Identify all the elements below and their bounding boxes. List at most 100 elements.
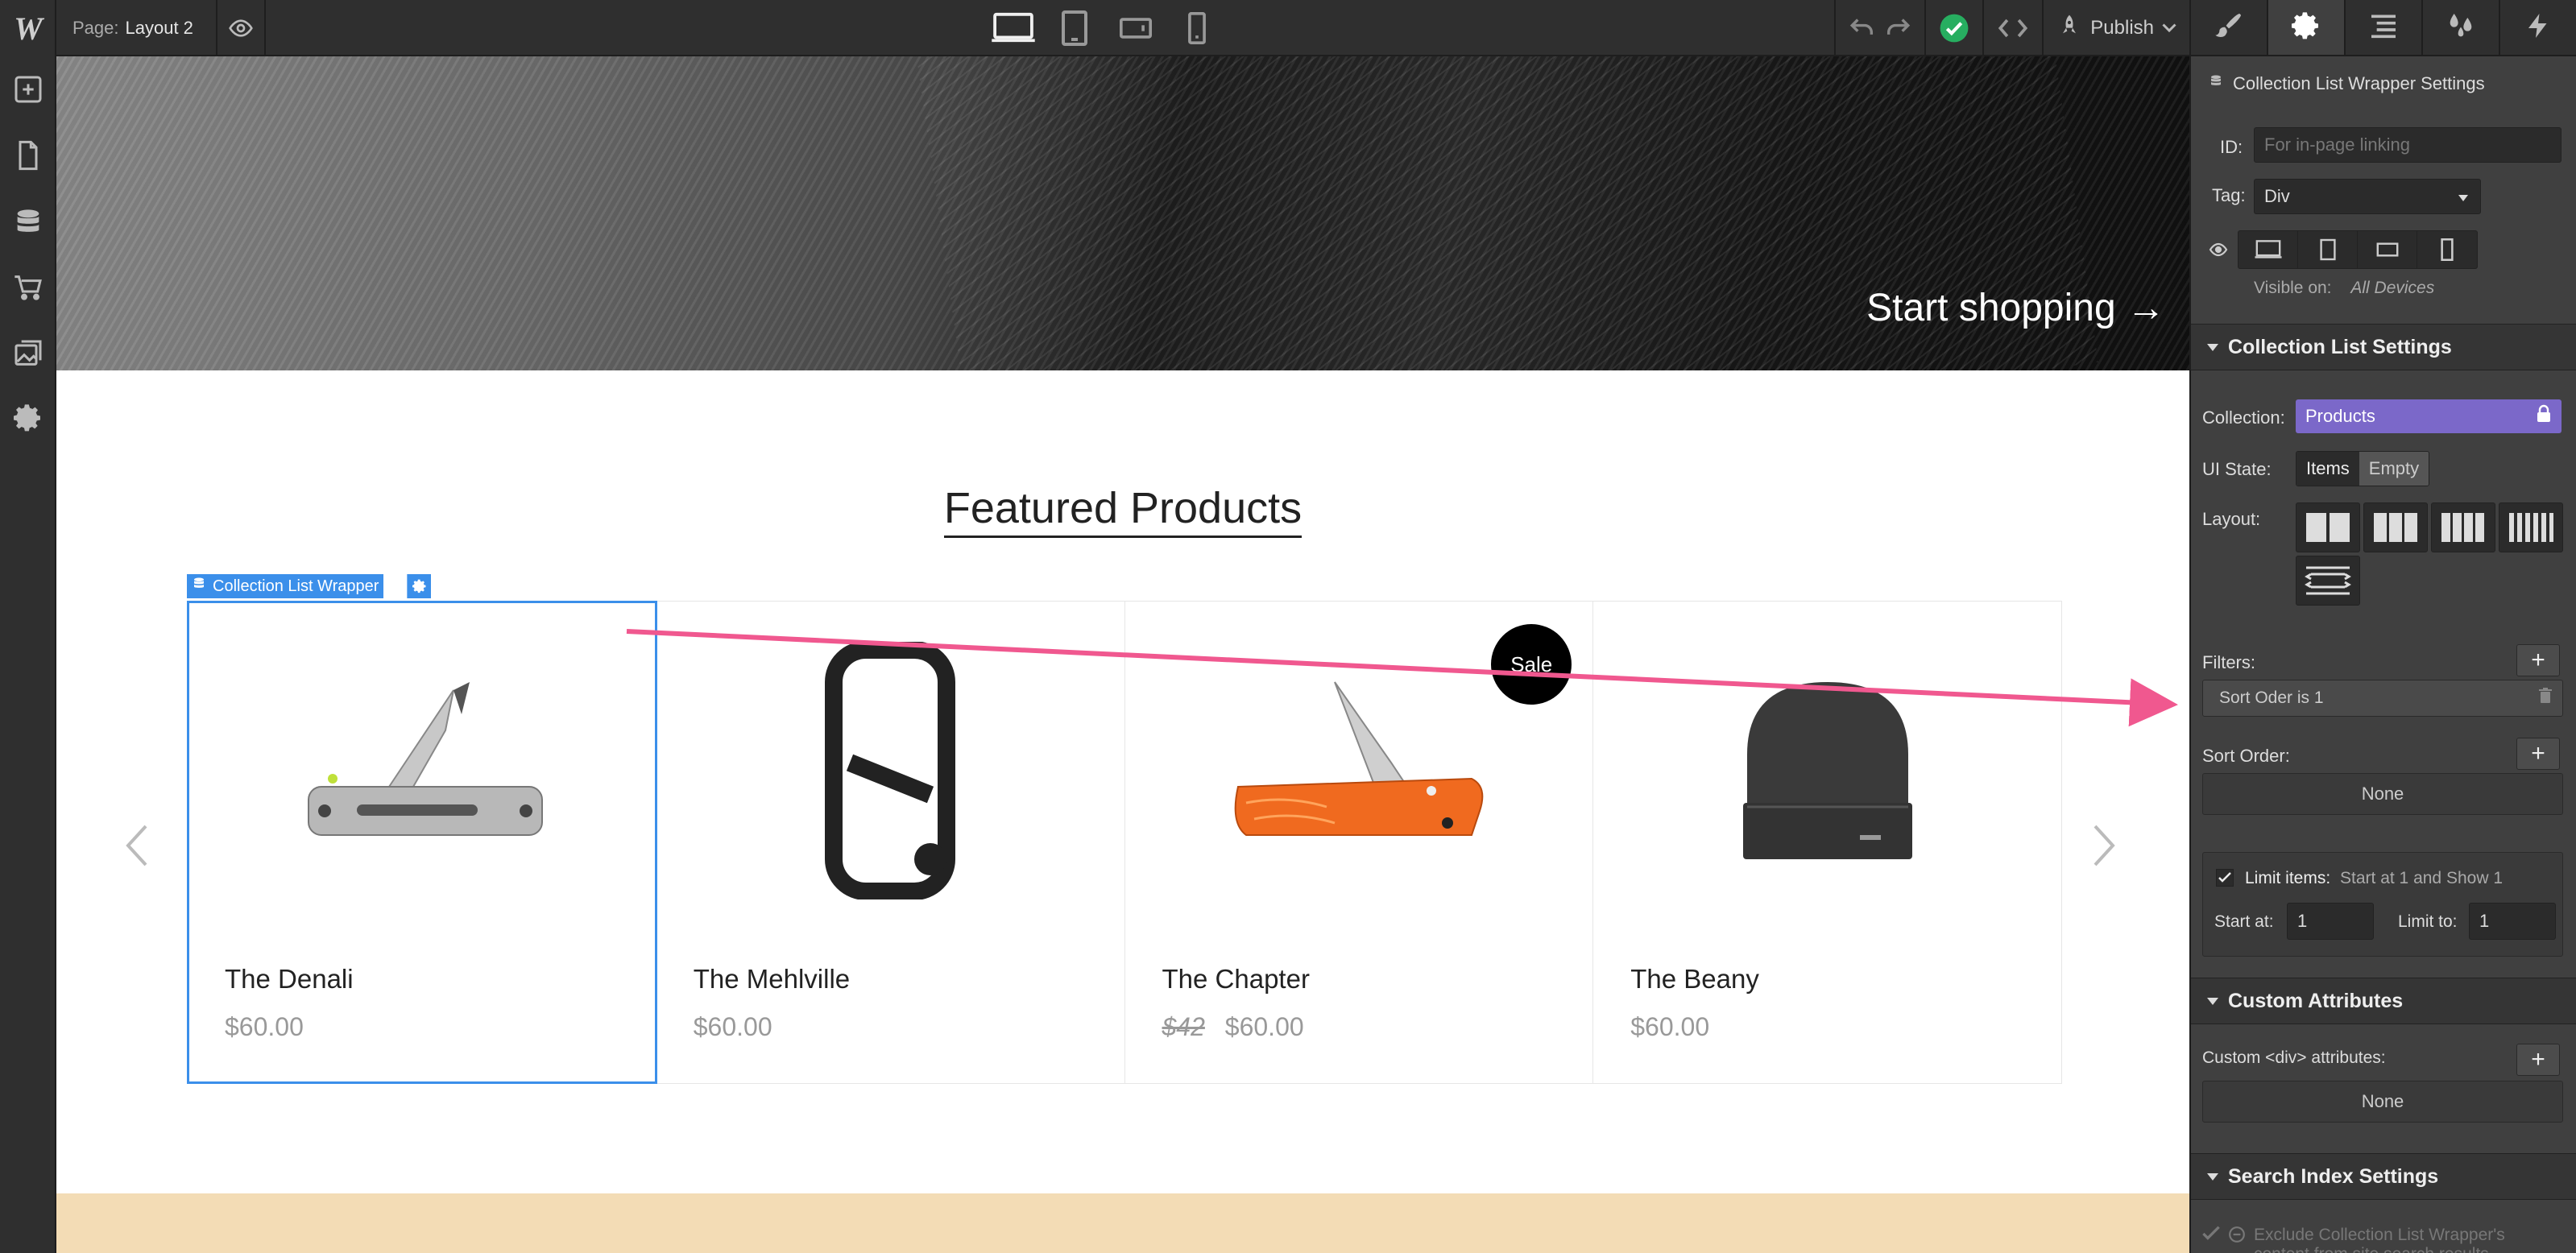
sort-order-value: None (2202, 773, 2563, 815)
filters-label: Filters: (2202, 652, 2255, 672)
mobile-landscape-icon[interactable] (1105, 0, 1166, 56)
slider-next-arrow[interactable] (2088, 813, 2120, 878)
limit-to-input[interactable]: 1 (2469, 903, 2556, 940)
add-icon[interactable] (8, 69, 48, 110)
portrait-visible-icon[interactable] (2417, 231, 2477, 268)
checkmark-icon[interactable] (2202, 1226, 2220, 1253)
collection-select[interactable]: Products (2296, 399, 2562, 433)
limit-items-checkbox[interactable] (2216, 869, 2234, 887)
lightning-icon (2524, 10, 2553, 46)
id-input[interactable]: For in-page linking (2254, 127, 2562, 163)
product-card[interactable]: The Denali $60.00 (187, 601, 657, 1084)
add-attribute-button[interactable]: + (2516, 1044, 2560, 1076)
search-index-settings-header[interactable]: Search Index Settings (2191, 1153, 2576, 1200)
product-card[interactable]: The Beany $60.00 (1593, 602, 2061, 1083)
slider-prev-arrow[interactable] (121, 813, 153, 878)
collection-list-settings-header[interactable]: Collection List Settings (2191, 324, 2576, 370)
product-image-knife (188, 618, 656, 924)
product-card[interactable]: Sale The Chapter $42 $60.00 (1125, 602, 1594, 1083)
product-price-value: $60.00 (1224, 1012, 1304, 1041)
product-price: $60.00 (225, 1012, 304, 1042)
limit-to-value: 1 (2479, 911, 2490, 931)
webflow-logo[interactable]: W (10, 11, 47, 48)
assets-icon[interactable] (8, 333, 48, 374)
panel-tabs (2189, 0, 2576, 56)
collapse-triangle-icon (2207, 1172, 2218, 1181)
layout-4-col-icon[interactable] (2431, 502, 2495, 552)
search-exclude-text: Exclude Collection List Wrapper's conten… (2254, 1226, 2505, 1253)
id-label: ID: (2220, 137, 2243, 157)
brush-icon (2213, 10, 2245, 46)
tablet-icon[interactable] (1044, 0, 1105, 56)
next-section-strip[interactable] (56, 1193, 2189, 1253)
custom-attr-value: None (2202, 1081, 2563, 1123)
layout-stacked-icon[interactable] (2296, 556, 2360, 606)
product-price: $60.00 (1630, 1012, 1709, 1042)
save-status-check-icon[interactable] (1924, 0, 1982, 56)
mobile-portrait-icon[interactable] (1166, 0, 1228, 56)
tab-style-brush[interactable] (2189, 0, 2267, 55)
filter-item[interactable]: Sort Oder is 1 (2202, 680, 2563, 717)
collection-label: Collection: (2202, 407, 2285, 428)
product-name: The Mehlville (693, 964, 851, 994)
desktop-visible-icon[interactable] (2238, 231, 2298, 268)
page-selector[interactable]: Page: Layout 2 (56, 0, 217, 56)
product-name: The Chapter (1162, 964, 1310, 994)
chevron-down-icon (2162, 17, 2176, 39)
start-shopping-link[interactable]: Start shopping → (1866, 286, 2165, 330)
undo-redo (1834, 0, 1924, 56)
sort-order-label: Sort Order: (2202, 746, 2290, 766)
gear-icon (2290, 10, 2322, 46)
tab-style-manager[interactable] (2421, 0, 2499, 55)
designer-canvas[interactable]: Start shopping → Featured Products Colle… (56, 56, 2189, 1253)
desktop-icon[interactable] (983, 0, 1044, 56)
tab-interactions[interactable] (2499, 0, 2576, 55)
layout-2-col-icon[interactable] (2296, 502, 2360, 552)
filter-text: Sort Oder is 1 (2219, 689, 2324, 707)
database-icon (2209, 72, 2223, 95)
ecommerce-cart-icon[interactable] (8, 267, 48, 308)
drops-icon (2445, 10, 2477, 46)
page-label: Page: (72, 18, 119, 38)
tag-select[interactable]: Div (2254, 179, 2481, 214)
start-at-value: 1 (2297, 911, 2308, 931)
custom-attributes-header[interactable]: Custom Attributes (2191, 978, 2576, 1024)
panel-title: Collection List Wrapper Settings (2233, 73, 2485, 93)
tab-element-settings[interactable] (2267, 0, 2344, 55)
tag-label: Tag: (2212, 185, 2246, 205)
tab-navigator[interactable] (2344, 0, 2421, 55)
layout-3-col-icon[interactable] (2363, 502, 2428, 552)
product-old-price: $42 (1162, 1012, 1205, 1041)
preview-eye-button[interactable] (217, 0, 266, 56)
element-settings-gear-icon[interactable] (407, 574, 431, 598)
database-icon (192, 576, 206, 597)
product-card[interactable]: The Mehlville $60.00 (656, 602, 1125, 1083)
pages-icon[interactable] (8, 135, 48, 176)
add-filter-button[interactable]: + (2516, 644, 2560, 676)
ui-state-empty-button[interactable]: Empty (2359, 452, 2429, 486)
redo-icon[interactable] (1884, 14, 1911, 43)
cms-database-icon[interactable] (8, 203, 48, 243)
add-sort-button[interactable]: + (2516, 738, 2560, 770)
collection-list-wrapper-tag[interactable]: Collection List Wrapper (187, 574, 384, 598)
code-export-icon[interactable] (1982, 0, 2042, 56)
id-placeholder: For in-page linking (2264, 134, 2410, 155)
collapse-triangle-icon (2207, 997, 2218, 1005)
start-at-label: Start at: (2214, 912, 2274, 931)
product-name: The Beany (1630, 964, 1759, 994)
landscape-visible-icon[interactable] (2358, 231, 2417, 268)
hero-section[interactable]: Start shopping → (56, 56, 2189, 519)
ui-state-items-button[interactable]: Items (2296, 452, 2359, 486)
layout-6-col-icon[interactable] (2499, 502, 2563, 552)
visibility-eye-icon (2207, 240, 2230, 264)
featured-products-heading[interactable]: Featured Products (56, 483, 2189, 538)
undo-icon[interactable] (1849, 14, 1876, 43)
tablet-visible-icon[interactable] (2298, 231, 2358, 268)
start-at-input[interactable]: 1 (2287, 903, 2374, 940)
settings-gear-icon[interactable] (8, 398, 48, 438)
visible-on: Visible on: All Devices (2254, 279, 2434, 298)
limit-to-label: Limit to: (2398, 912, 2458, 931)
trash-icon[interactable] (2538, 688, 2553, 709)
section-title: Search Index Settings (2228, 1164, 2439, 1188)
publish-button[interactable]: Publish (2042, 0, 2189, 56)
